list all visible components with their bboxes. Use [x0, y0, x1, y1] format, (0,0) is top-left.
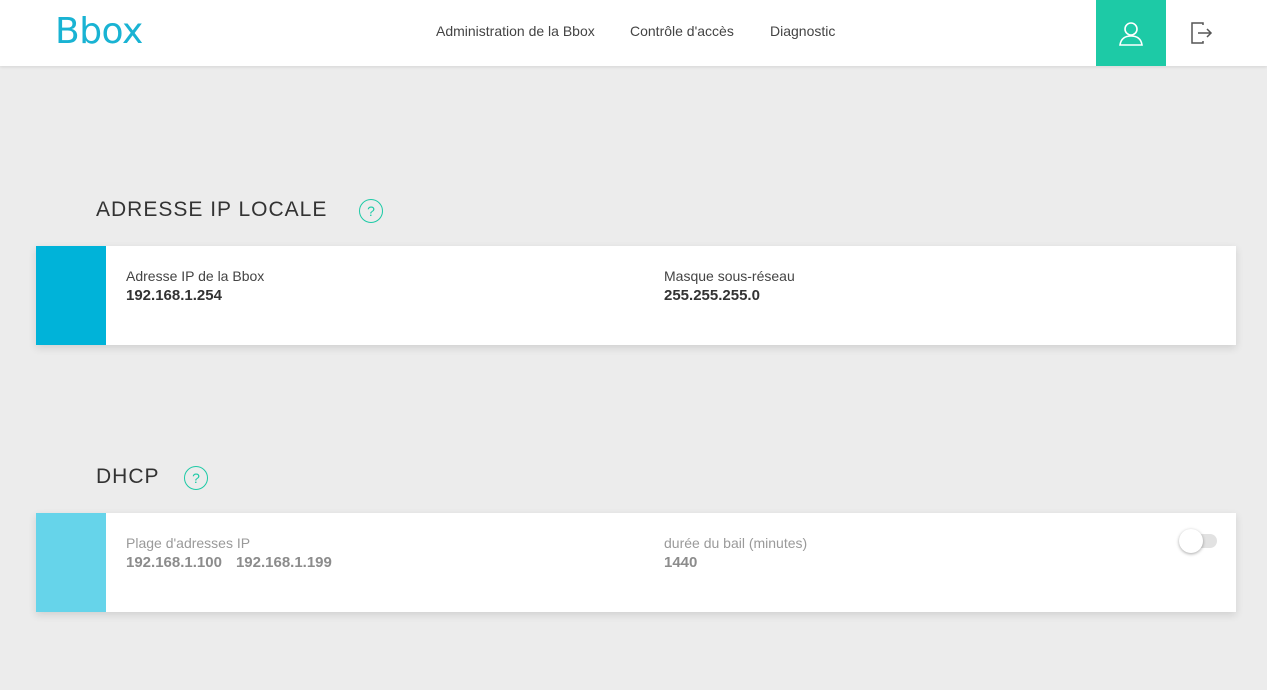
ip-range-field: Plage d'adresses IP 192.168.1.100 192.168… [126, 535, 332, 573]
card-accent-bar [36, 246, 106, 345]
toggle-knob [1179, 529, 1203, 553]
lease-duration-field: durée du bail (minutes) 1440 [664, 535, 807, 573]
subnet-mask-field: Masque sous-réseau 255.255.255.0 [664, 268, 795, 306]
dhcp-card: Plage d'adresses IP 192.168.1.100 192.168… [36, 513, 1236, 612]
nav-item-access-control[interactable]: Contrôle d'accès [630, 23, 734, 39]
dhcp-section-title: DHCP [96, 465, 160, 488]
logout-button[interactable] [1166, 0, 1236, 66]
local-ip-help-icon[interactable]: ? [359, 199, 383, 223]
nav-item-administration[interactable]: Administration de la Bbox [436, 23, 595, 39]
bbox-ip-field: Adresse IP de la Bbox 192.168.1.254 [126, 268, 264, 306]
local-ip-section-title: ADRESSE IP LOCALE [96, 198, 328, 221]
main-nav: Administration de la Bbox Contrôle d'acc… [0, 0, 1267, 66]
user-icon [1119, 22, 1143, 46]
local-ip-card: Adresse IP de la Bbox 192.168.1.254 Masq… [36, 246, 1236, 345]
ip-range-value: 192.168.1.100 192.168.1.199 [126, 553, 332, 573]
logout-icon [1191, 22, 1213, 44]
card-accent-bar [36, 513, 106, 612]
subnet-mask-value: 255.255.255.0 [664, 287, 760, 304]
lease-duration-label: durée du bail (minutes) [664, 535, 808, 551]
ip-range-end: 192.168.1.199 [235, 554, 332, 571]
bbox-ip-value: 192.168.1.254 [126, 287, 222, 304]
bbox-ip-label: Adresse IP de la Bbox [126, 268, 265, 284]
dhcp-toggle[interactable] [1179, 529, 1217, 553]
dhcp-help-icon[interactable]: ? [184, 466, 208, 490]
ip-range-start: 192.168.1.100 [126, 554, 222, 571]
top-header: Bbox Administration de la Bbox Contrôle … [0, 0, 1267, 66]
ip-range-label: Plage d'adresses IP [126, 535, 251, 551]
nav-item-diagnostic[interactable]: Diagnostic [770, 23, 835, 39]
subnet-mask-label: Masque sous-réseau [664, 268, 795, 284]
lease-duration-value: 1440 [664, 554, 698, 571]
user-account-button[interactable] [1096, 0, 1166, 66]
